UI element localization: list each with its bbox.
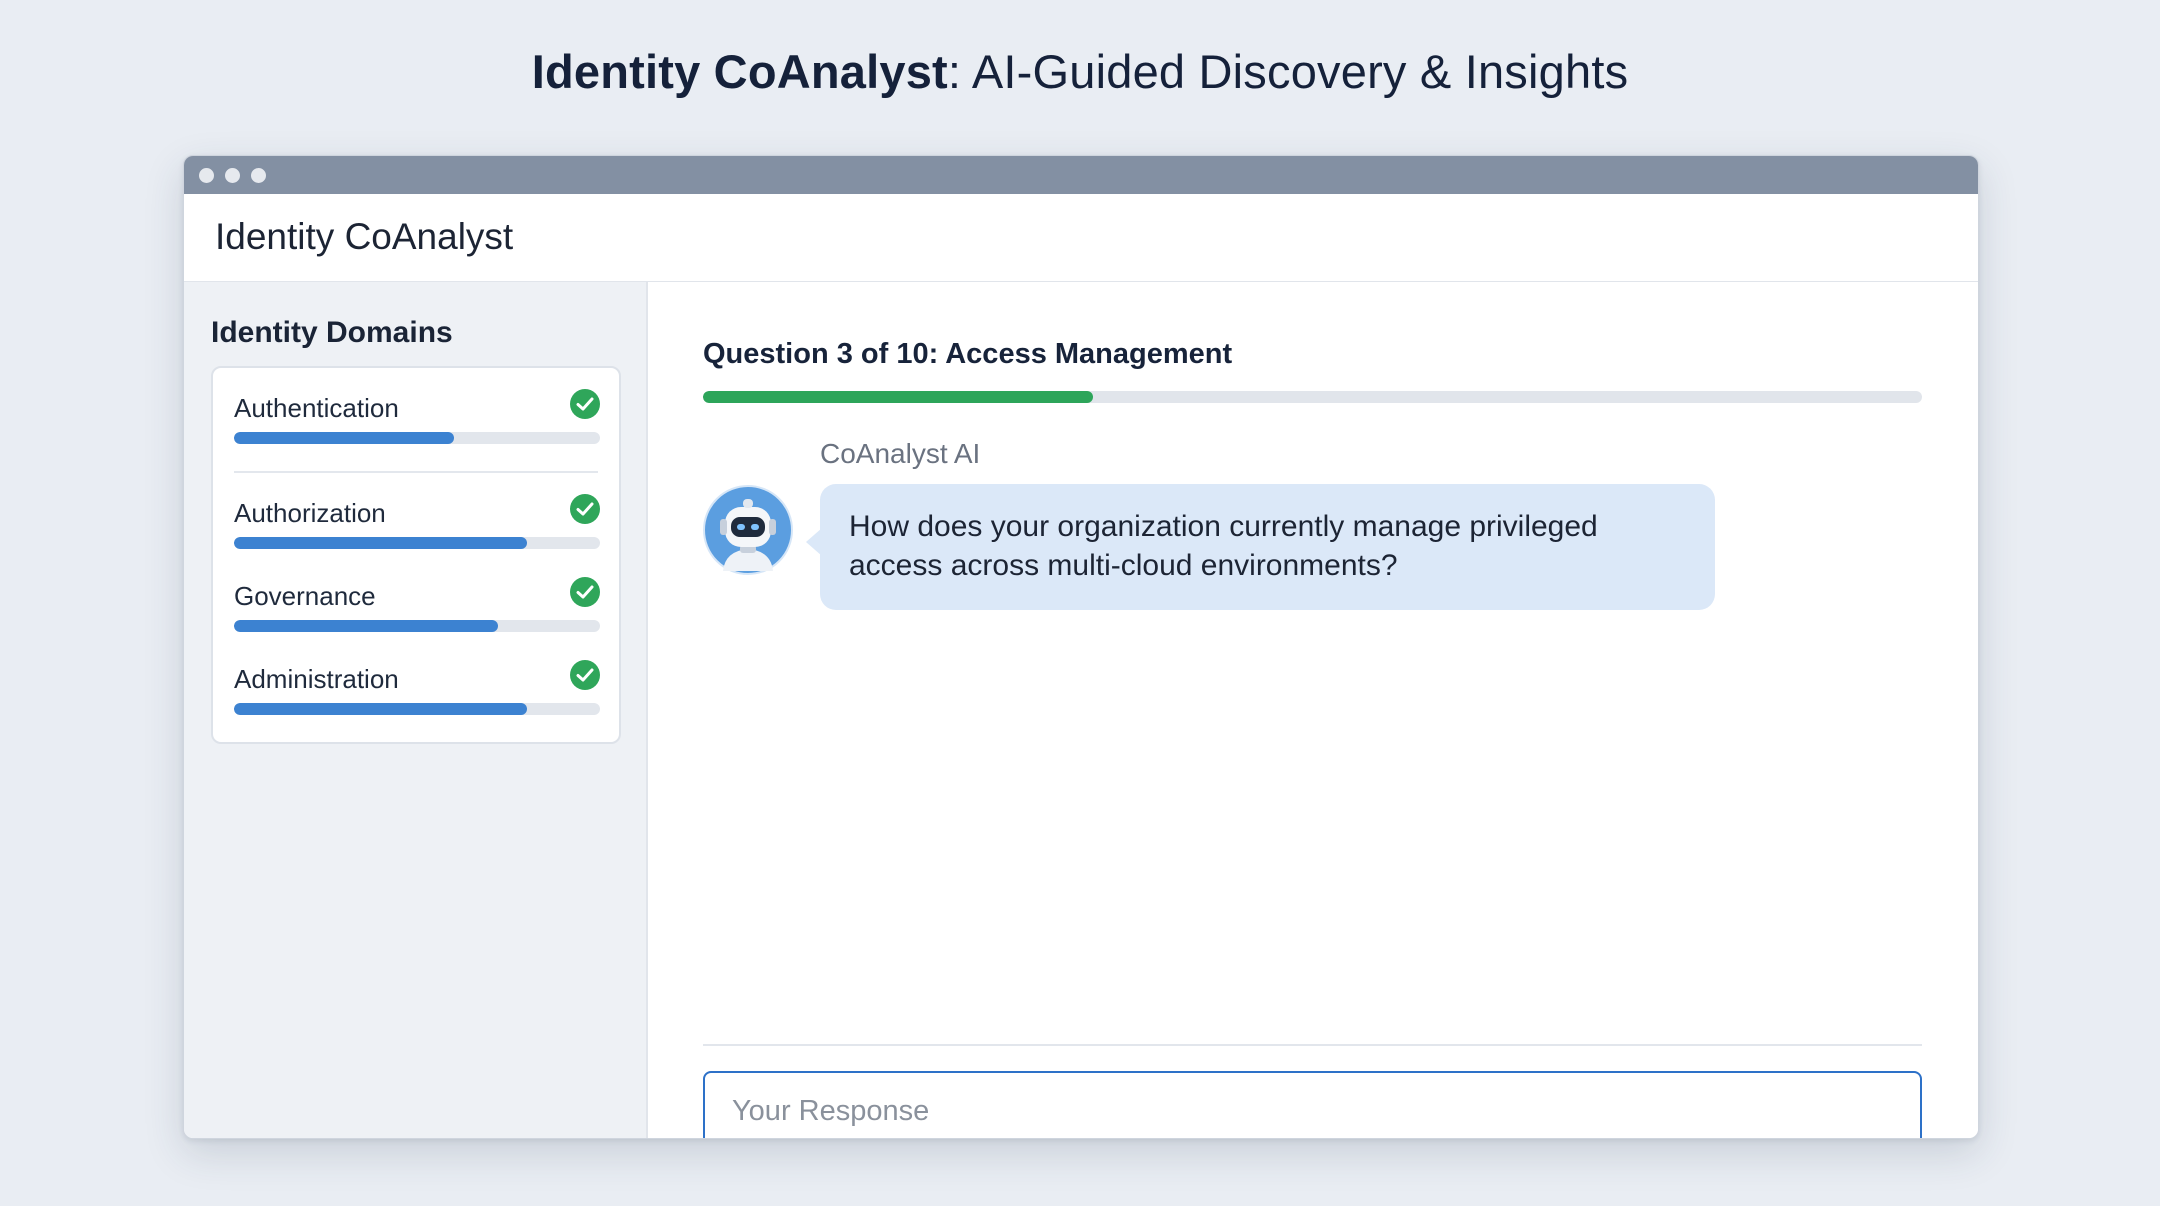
question-title: Question 3 of 10: Access Management (703, 338, 1233, 370)
domain-progress-fill (234, 703, 527, 715)
domain-progress-bar (234, 620, 600, 632)
window-titlebar (184, 156, 1978, 194)
check-circle-icon (570, 660, 600, 690)
sidebar: Identity Domains Authentication Authoriz… (184, 282, 648, 1138)
check-circle-icon (570, 494, 600, 524)
window-close-dot[interactable] (199, 168, 214, 183)
chat-sender-name: CoAnalyst AI (820, 438, 981, 469)
domain-progress-fill (234, 537, 527, 549)
domain-progress-bar (234, 537, 600, 549)
domain-label: Authentication (234, 393, 399, 423)
app-window: Identity CoAnalyst Identity Domains Auth… (183, 155, 1979, 1139)
domain-progress-bar (234, 432, 600, 444)
chat-message-text: How does your organization currently man… (849, 510, 1598, 582)
sidebar-heading: Identity Domains (211, 316, 453, 349)
domains-card: Authentication Authorization Governance … (211, 366, 621, 744)
domain-label: Governance (234, 581, 376, 611)
page-heading-rest: : AI-Guided Discovery & Insights (947, 45, 1629, 98)
domain-progress-bar (234, 703, 600, 715)
app-header: Identity CoAnalyst (184, 194, 1978, 283)
question-progress-bar (703, 391, 1922, 403)
chat-message-bubble: How does your organization currently man… (820, 484, 1715, 610)
check-circle-icon (570, 389, 600, 419)
page-heading: Identity CoAnalyst: AI-Guided Discovery … (0, 44, 2160, 99)
domain-progress-fill (234, 432, 454, 444)
domain-divider (234, 471, 598, 473)
domain-progress-fill (234, 620, 498, 632)
check-circle-icon (570, 577, 600, 607)
main-panel: Question 3 of 10: Access Management CoAn… (648, 282, 1978, 1138)
response-input[interactable] (703, 1071, 1922, 1138)
robot-avatar-icon (703, 485, 793, 575)
domain-label: Authorization (234, 498, 386, 528)
window-minimize-dot[interactable] (225, 168, 240, 183)
chat-divider (703, 1044, 1922, 1046)
app-title: Identity CoAnalyst (215, 216, 514, 257)
question-progress-fill (703, 391, 1094, 403)
window-maximize-dot[interactable] (251, 168, 266, 183)
page-heading-strong: Identity CoAnalyst (531, 45, 948, 98)
domain-label: Administration (234, 664, 399, 694)
